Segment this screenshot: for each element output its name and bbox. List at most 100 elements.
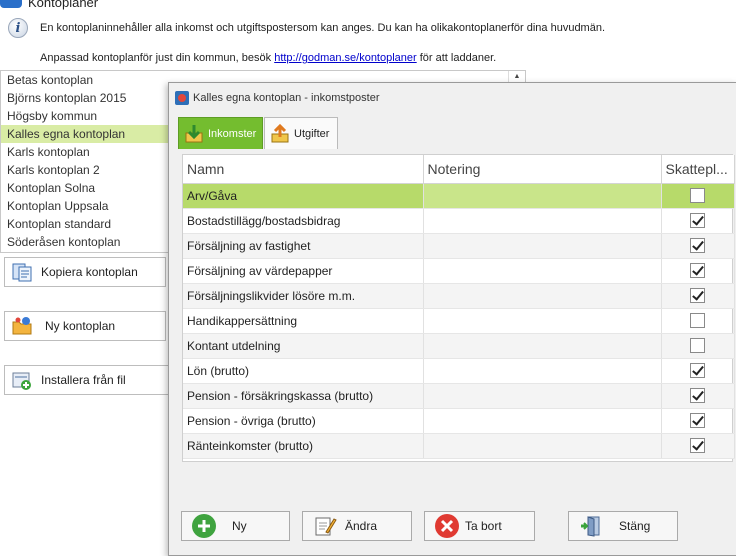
row-note-cell[interactable] — [423, 283, 662, 309]
info-text: En kontoplaninnehåller alla inkomst och … — [40, 22, 606, 34]
row-note-cell[interactable] — [423, 308, 662, 334]
income-table: Namn Notering Skattepl... Arv/Gåva Bostad… — [183, 155, 735, 459]
row-name-cell: Bostadstillägg/bostadsbidrag — [183, 208, 424, 234]
info-text-prefix: Anpassad kontoplanför just din kommun, b… — [40, 52, 275, 64]
scroll-up-icon[interactable]: ▲ — [508, 71, 525, 82]
table-row[interactable]: Arv/Gåva — [183, 183, 735, 209]
row-taxable-cell — [661, 358, 735, 384]
close-dialog-button[interactable]: Stäng — [568, 511, 678, 541]
row-note-cell[interactable] — [423, 358, 662, 384]
info-area: i — [8, 18, 28, 38]
taxable-checkbox[interactable] — [689, 388, 705, 404]
row-taxable-cell — [661, 258, 735, 284]
dialog-title-bar: Kalles egna kontoplan - inkomstposter — [169, 83, 736, 113]
tab-expenses[interactable]: Utgifter — [264, 117, 338, 149]
column-header-name[interactable]: Namn — [183, 155, 424, 184]
row-note-cell[interactable] — [423, 258, 662, 284]
app-title-bar: Kontoplaner — [0, 0, 98, 10]
edit-post-label: Ändra — [345, 519, 378, 533]
income-grid[interactable]: Namn Notering Skattepl... Arv/Gåva Bostad… — [182, 154, 735, 462]
delete-post-label: Ta bort — [465, 519, 502, 533]
row-taxable-cell — [661, 408, 735, 434]
table-row[interactable]: Bostadstillägg/bostadsbidrag — [183, 208, 735, 234]
table-row[interactable]: Handikappersättning — [183, 308, 735, 334]
new-post-button[interactable]: Ny — [181, 511, 290, 541]
expenses-icon — [269, 123, 291, 145]
row-note-cell[interactable] — [423, 408, 662, 434]
table-row[interactable]: Försäljningslikvider lösöre m.m. — [183, 283, 735, 309]
taxable-checkbox[interactable] — [689, 413, 705, 429]
table-row[interactable]: Lön (brutto) — [183, 358, 735, 384]
row-taxable-cell — [661, 283, 735, 309]
column-header-taxable[interactable]: Skattepl... — [661, 155, 735, 184]
info-icon: i — [8, 18, 28, 38]
taxable-checkbox[interactable] — [689, 213, 705, 229]
delete-icon — [435, 514, 459, 538]
row-name-cell: Pension - försäkringskassa (brutto) — [183, 383, 424, 409]
add-icon — [192, 514, 216, 538]
table-row[interactable]: Försäljning av värdepapper — [183, 258, 735, 284]
taxable-checkbox[interactable] — [689, 438, 705, 454]
income-icon — [183, 123, 205, 145]
taxable-checkbox[interactable] — [689, 188, 705, 204]
row-taxable-cell — [661, 183, 735, 209]
copy-icon — [11, 261, 33, 283]
new-plan-label: Ny kontoplan — [45, 319, 116, 333]
row-name-cell: Ränteinkomster (brutto) — [183, 433, 424, 459]
row-taxable-cell — [661, 383, 735, 409]
delete-post-button[interactable]: Ta bort — [424, 511, 535, 541]
row-note-cell[interactable] — [423, 333, 662, 359]
row-name-cell: Arv/Gåva — [183, 183, 424, 209]
row-note-cell[interactable] — [423, 233, 662, 259]
exit-door-icon — [579, 514, 603, 538]
table-row[interactable]: Pension - försäkringskassa (brutto) — [183, 383, 735, 409]
row-note-cell[interactable] — [423, 183, 662, 209]
new-folder-icon — [11, 315, 33, 337]
tab-expenses-label: Utgifter — [294, 127, 330, 140]
row-name-cell: Försäljningslikvider lösöre m.m. — [183, 283, 424, 309]
row-note-cell[interactable] — [423, 208, 662, 234]
row-taxable-cell — [661, 233, 735, 259]
row-taxable-cell — [661, 208, 735, 234]
row-taxable-cell — [661, 308, 735, 334]
new-plan-button[interactable]: Ny kontoplan — [4, 311, 166, 341]
row-note-cell[interactable] — [423, 433, 662, 459]
table-body: Arv/Gåva Bostadstillägg/bostadsbidrag Förs… — [183, 183, 735, 459]
edit-post-button[interactable]: Ändra — [302, 511, 412, 541]
app-title: Kontoplaner — [28, 0, 99, 10]
row-name-cell: Pension - övriga (brutto) — [183, 408, 424, 434]
app-icon — [0, 0, 22, 8]
income-dialog: Kalles egna kontoplan - inkomstposter In… — [168, 82, 736, 556]
table-row[interactable]: Ränteinkomster (brutto) — [183, 433, 735, 459]
row-name-cell: Försäljning av fastighet — [183, 233, 424, 259]
install-from-file-button[interactable]: Installera från fil — [4, 365, 194, 395]
tab-income[interactable]: Inkomster — [178, 117, 263, 149]
dialog-app-icon — [175, 91, 189, 105]
info-text-link-line: Anpassad kontoplanför just din kommun, b… — [40, 52, 496, 64]
kontoplaner-link[interactable]: http://godman.se/kontoplaner — [274, 52, 416, 64]
row-name-cell: Kontant utdelning — [183, 333, 424, 359]
table-row[interactable]: Försäljning av fastighet — [183, 233, 735, 259]
close-dialog-label: Stäng — [619, 519, 651, 533]
taxable-checkbox[interactable] — [689, 263, 705, 279]
taxable-checkbox[interactable] — [689, 313, 705, 329]
table-row[interactable]: Pension - övriga (brutto) — [183, 408, 735, 434]
taxable-checkbox[interactable] — [689, 363, 705, 379]
copy-plan-button[interactable]: Kopiera kontoplan — [4, 257, 166, 287]
row-note-cell[interactable] — [423, 383, 662, 409]
taxable-checkbox[interactable] — [689, 288, 705, 304]
row-taxable-cell — [661, 333, 735, 359]
info-text-suffix: för att laddaner. — [416, 52, 497, 64]
column-header-note[interactable]: Notering — [423, 155, 662, 184]
row-name-cell: Lön (brutto) — [183, 358, 424, 384]
row-name-cell: Handikappersättning — [183, 308, 424, 334]
dialog-title: Kalles egna kontoplan - inkomstposter — [193, 92, 380, 104]
edit-icon — [313, 514, 337, 538]
taxable-checkbox[interactable] — [689, 238, 705, 254]
copy-plan-label: Kopiera kontoplan — [41, 265, 138, 279]
tab-strip: Inkomster Utgifter — [178, 117, 338, 149]
install-from-file-label: Installera från fil — [41, 373, 126, 387]
row-taxable-cell — [661, 433, 735, 459]
table-row[interactable]: Kontant utdelning — [183, 333, 735, 359]
taxable-checkbox[interactable] — [689, 338, 705, 354]
